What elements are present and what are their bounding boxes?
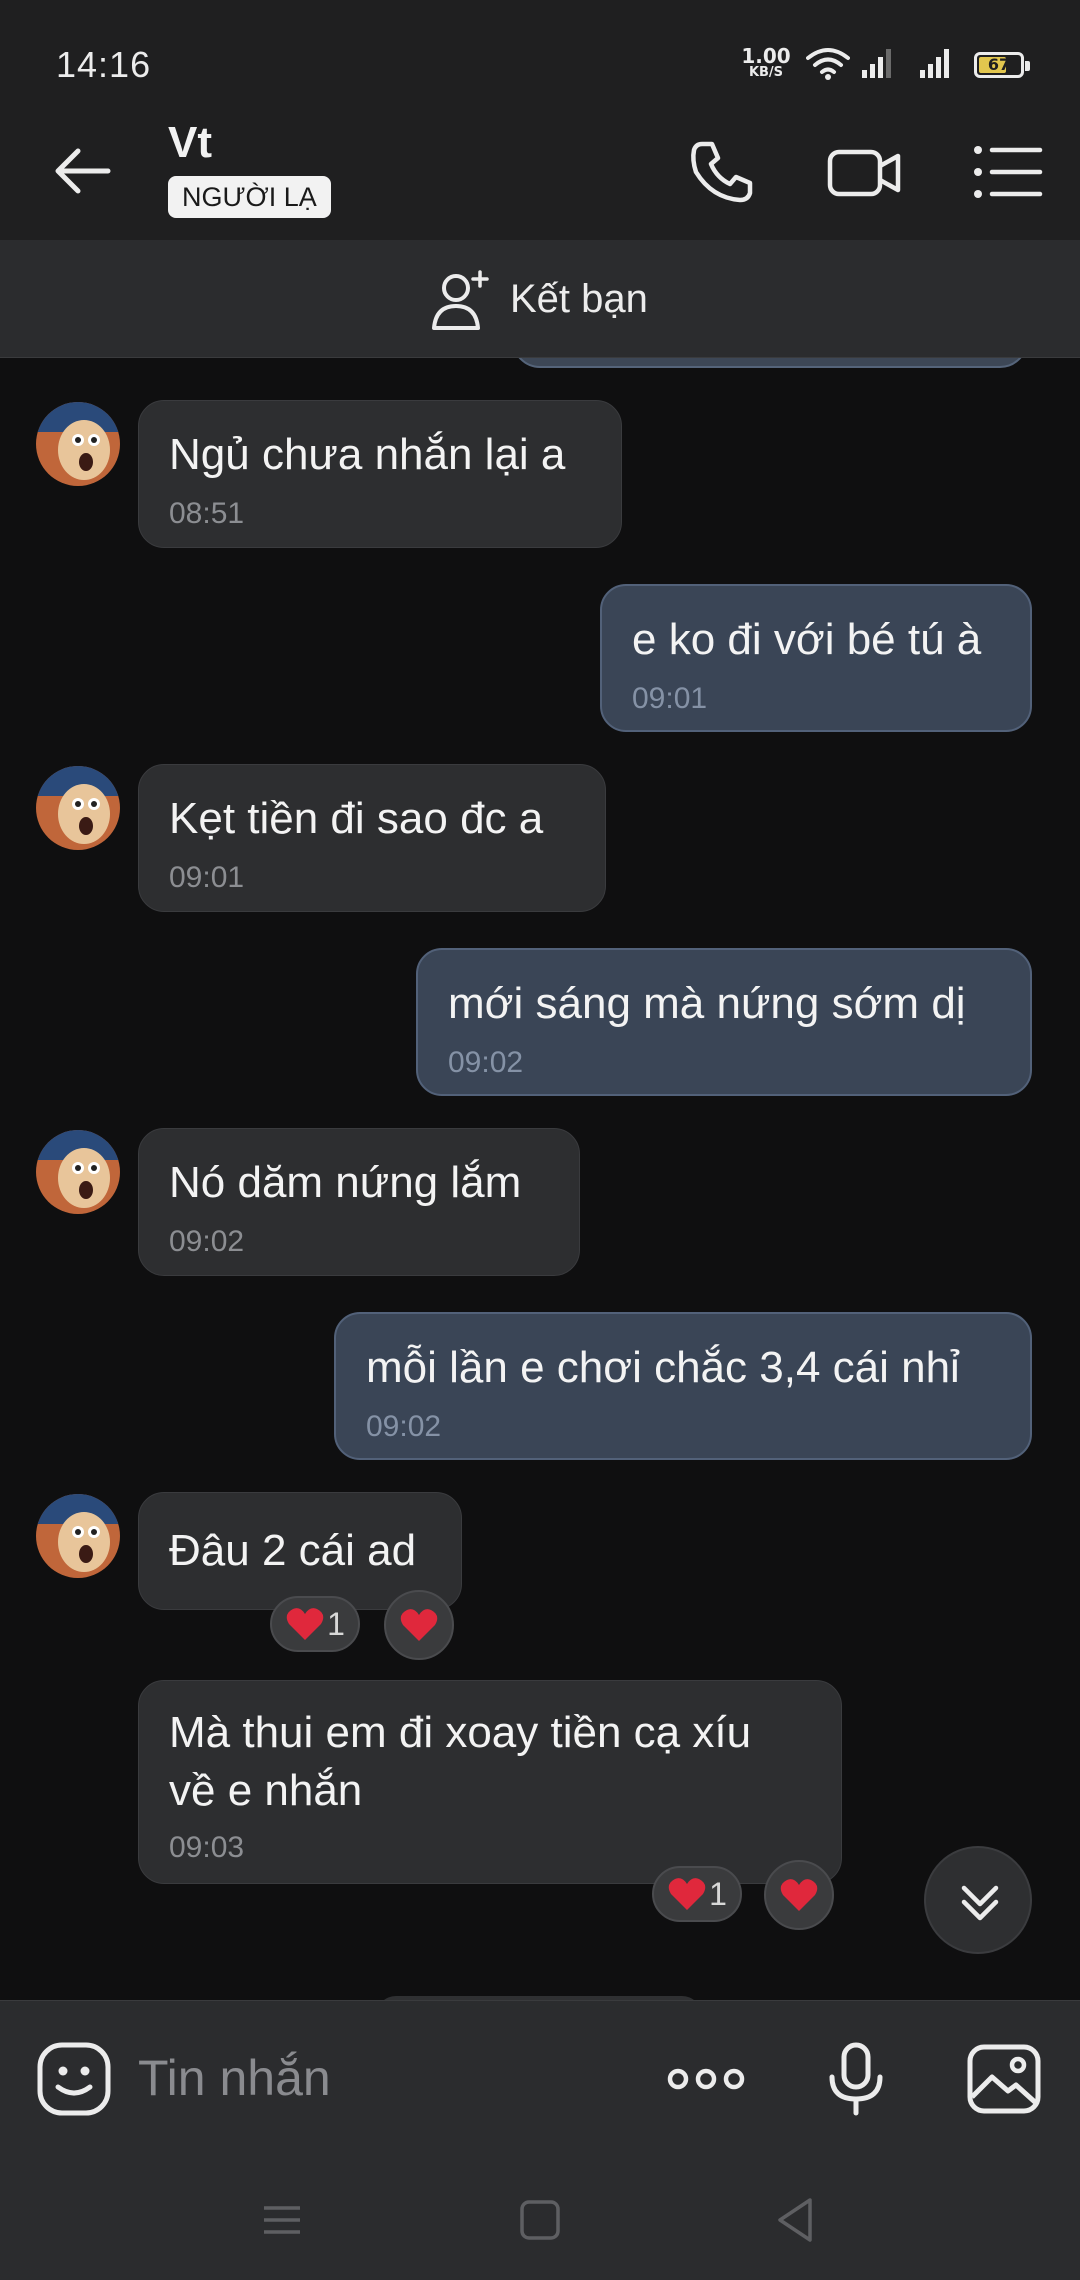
avatar-image — [36, 766, 120, 850]
message-time: 09:01 — [632, 682, 708, 715]
reaction-count-badge[interactable]: 1 — [652, 1866, 742, 1922]
add-friend-label: Kết bạn — [510, 276, 648, 321]
chevron-double-down-icon — [961, 1885, 999, 1921]
heart-icon — [286, 1608, 324, 1640]
heart-icon — [400, 1609, 438, 1641]
avatar-image — [36, 1130, 120, 1214]
message-time: 09:02 — [366, 1410, 442, 1443]
message-bubble-outgoing[interactable]: e ko đi với bé tú à 09:01 — [600, 584, 1032, 732]
react-heart-button[interactable] — [384, 1590, 454, 1660]
message-text: Nó dăm nứng lắm — [169, 1158, 522, 1207]
message-time: 09:01 — [169, 861, 245, 894]
add-friend-button[interactable]: Kết bạn — [430, 264, 648, 334]
react-heart-button[interactable] — [764, 1860, 834, 1930]
battery-icon: 67 — [974, 52, 1030, 78]
signal-icon — [862, 49, 891, 78]
message-time: 09:02 — [169, 1225, 245, 1258]
message-text: mỗi lần e chơi chắc 3,4 cái nhỉ — [366, 1343, 960, 1392]
phone-icon[interactable] — [682, 132, 762, 212]
message-bubble-incoming[interactable]: Nó dăm nứng lắm 09:02 — [138, 1128, 580, 1276]
network-speed-value: 1.00 — [741, 44, 791, 68]
message-text-line-1: Mà thui em đi xoay tiền cạ xíu — [169, 1708, 752, 1757]
stranger-badge: NGƯỜI LẠ — [168, 176, 331, 218]
reaction-count: 1 — [709, 1875, 727, 1912]
message-list[interactable]: Ngủ chưa nhắn lại a 08:51 e ko đi với bé… — [0, 358, 1080, 2000]
home-icon[interactable] — [510, 2190, 570, 2250]
message-composer — [0, 2000, 1080, 2150]
message-text: e ko đi với bé tú à — [632, 615, 982, 664]
heart-icon — [668, 1878, 706, 1910]
status-time: 14:16 — [56, 44, 152, 85]
reaction-count-badge[interactable]: 1 — [270, 1596, 360, 1652]
message-bubble-outgoing[interactable]: mới sáng mà nứng sớm dị 09:02 — [416, 948, 1032, 1096]
avatar[interactable] — [36, 766, 120, 850]
add-friend-bar: Kết bạn — [0, 240, 1080, 358]
message-time: 09:02 — [448, 1046, 524, 1079]
reaction-count: 1 — [327, 1605, 345, 1642]
menu-list-icon[interactable] — [968, 132, 1048, 212]
previous-message-bubble — [512, 358, 1028, 368]
signal-icon — [920, 49, 949, 78]
chat-header: Vt NGƯỜI LẠ — [0, 96, 1080, 240]
sticker-icon[interactable] — [34, 2039, 114, 2119]
message-input[interactable] — [138, 2047, 618, 2109]
message-text: mới sáng mà nứng sớm dị — [448, 979, 966, 1028]
message-bubble-incoming[interactable]: Mà thui em đi xoay tiền cạ xíu về e nhắn… — [138, 1680, 842, 1884]
recents-icon[interactable] — [252, 2190, 312, 2250]
message-text-line-2: về e nhắn — [169, 1766, 363, 1815]
status-bar: 14:16 1.00 KB/S 67 — [0, 0, 1080, 96]
system-nav-bar — [0, 2150, 1080, 2280]
battery-level: 67 — [987, 55, 1011, 74]
message-text: Kẹt tiền đi sao đc a — [169, 794, 544, 843]
message-time: 08:51 — [169, 497, 245, 530]
more-icon[interactable] — [664, 2039, 748, 2119]
wifi-icon — [806, 48, 850, 80]
message-time: 09:03 — [169, 1831, 245, 1864]
message-bubble-incoming[interactable]: Kẹt tiền đi sao đc a 09:01 — [138, 764, 606, 912]
message-text: Ngủ chưa nhắn lại a — [169, 430, 566, 479]
heart-icon — [780, 1879, 818, 1911]
avatar[interactable] — [36, 1494, 120, 1578]
avatar[interactable] — [36, 402, 120, 486]
scroll-to-bottom-button[interactable] — [924, 1846, 1032, 1954]
avatar[interactable] — [36, 1130, 120, 1214]
message-text: Đâu 2 cái ad — [169, 1526, 417, 1575]
add-user-icon — [432, 270, 489, 330]
back-icon[interactable] — [766, 2190, 826, 2250]
avatar-image — [36, 402, 120, 486]
back-arrow-icon[interactable] — [48, 136, 118, 206]
video-icon[interactable] — [824, 132, 904, 212]
avatar-image — [36, 1494, 120, 1578]
contact-name[interactable]: Vt — [168, 118, 212, 168]
image-icon[interactable] — [964, 2039, 1044, 2119]
network-speed: 1.00 KB/S — [738, 46, 794, 79]
message-bubble-outgoing[interactable]: mỗi lần e chơi chắc 3,4 cái nhỉ 09:02 — [334, 1312, 1032, 1460]
mic-icon[interactable] — [816, 2039, 896, 2119]
message-bubble-incoming[interactable]: Ngủ chưa nhắn lại a 08:51 — [138, 400, 622, 548]
